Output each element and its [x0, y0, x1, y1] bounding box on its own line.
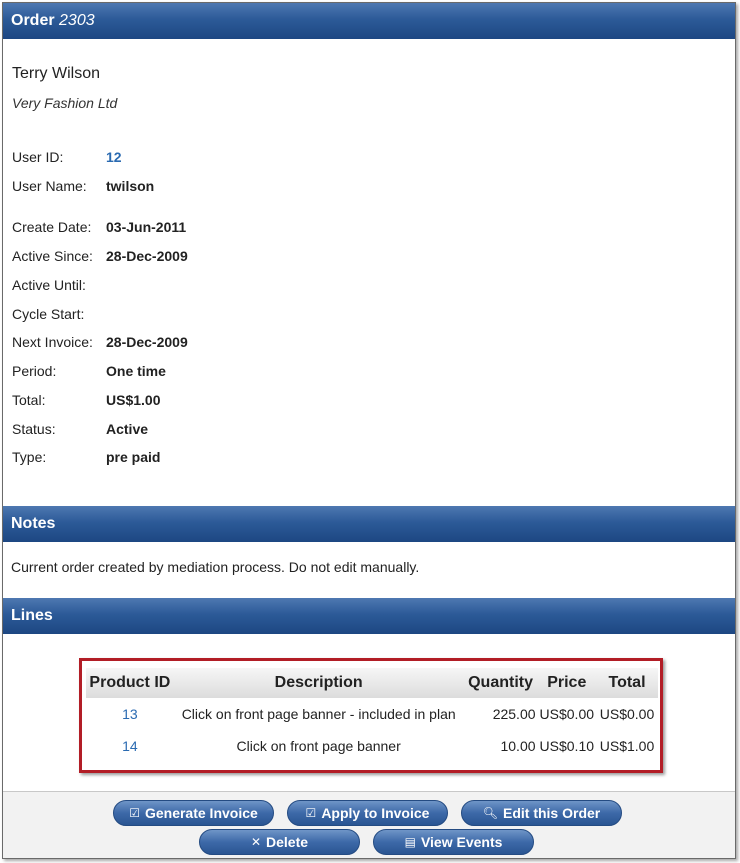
- notes-title: Notes: [11, 515, 56, 532]
- view-events-button[interactable]: ▤ View Events: [373, 829, 534, 855]
- table-row[interactable]: 14 Click on front page banner 10.00 US$0…: [86, 730, 658, 762]
- field-value: One time: [106, 363, 166, 379]
- notes-header: Notes: [3, 506, 735, 542]
- lines-header: Lines: [3, 598, 735, 634]
- table-header-row: Product ID Description Quantity Price To…: [86, 668, 658, 698]
- field-label: Cycle Start:: [12, 306, 85, 322]
- field-active-since: Active Since: 28-Dec-2009: [12, 248, 188, 264]
- user-id-link[interactable]: 12: [106, 149, 122, 165]
- col-header-description[interactable]: Description: [173, 668, 464, 698]
- line-quantity: 10.00: [500, 738, 536, 754]
- search-icon: 🔍︎: [482, 806, 498, 820]
- product-id-link[interactable]: 14: [86, 730, 174, 762]
- line-description: Click on front page banner: [236, 738, 401, 754]
- field-label: Total:: [12, 392, 46, 408]
- line-total: US$0.00: [599, 706, 655, 722]
- order-number: 2303: [59, 12, 95, 29]
- delete-button[interactable]: ✕ Delete: [199, 829, 360, 855]
- field-value: US$1.00: [106, 392, 161, 408]
- apply-to-invoice-button[interactable]: ☑ Apply to Invoice: [287, 800, 448, 826]
- field-label: Active Since:: [12, 248, 93, 264]
- button-bar: ☑ Generate Invoice ☑ Apply to Invoice 🔍︎…: [3, 791, 735, 858]
- field-label: User Name:: [12, 178, 87, 194]
- line-description: Click on front page banner - included in…: [181, 706, 456, 722]
- close-icon: ✕: [250, 835, 262, 849]
- field-label: Active Until:: [12, 277, 86, 293]
- field-label: Next Invoice:: [12, 334, 93, 350]
- field-period: Period: One time: [12, 363, 166, 379]
- apply-to-invoice-label: Apply to Invoice: [321, 805, 430, 821]
- field-value: pre paid: [106, 449, 161, 465]
- field-value: 28-Dec-2009: [106, 334, 188, 350]
- list-icon: ▤: [404, 835, 416, 849]
- field-user-id: User ID: 12: [12, 149, 122, 165]
- lines-table: Product ID Description Quantity Price To…: [86, 668, 658, 762]
- product-id-link[interactable]: 13: [86, 698, 174, 730]
- field-label: Create Date:: [12, 219, 92, 235]
- field-create-date: Create Date: 03-Jun-2011: [12, 219, 186, 235]
- view-events-label: View Events: [420, 834, 503, 850]
- field-label: Type:: [12, 449, 47, 465]
- field-cycle-start: Cycle Start:: [12, 306, 106, 322]
- lines-table-highlight: Product ID Description Quantity Price To…: [79, 658, 663, 773]
- line-total: US$1.00: [599, 738, 655, 754]
- line-quantity: 225.00: [492, 706, 536, 722]
- field-value: Active: [106, 421, 149, 437]
- col-header-total[interactable]: Total: [596, 668, 658, 698]
- customer-company: Very Fashion Ltd: [12, 95, 118, 111]
- field-value: twilson: [106, 178, 155, 194]
- generate-invoice-label: Generate Invoice: [144, 805, 258, 821]
- col-header-product-id[interactable]: Product ID: [86, 668, 174, 698]
- field-active-until: Active Until:: [12, 277, 106, 293]
- field-total: Total: US$1.00: [12, 392, 160, 408]
- field-type: Type: pre paid: [12, 449, 160, 465]
- edit-order-label: Edit this Order: [503, 805, 601, 821]
- notes-text: Current order created by mediation proce…: [11, 559, 420, 575]
- order-title-label: Order: [11, 12, 55, 29]
- line-price: US$0.00: [539, 706, 595, 722]
- field-status: Status: Active: [12, 421, 148, 437]
- order-panel: Order 2303 Terry Wilson Very Fashion Ltd…: [2, 2, 736, 859]
- field-label: Status:: [12, 421, 56, 437]
- checkbox-icon: ☑: [305, 806, 317, 820]
- delete-label: Delete: [266, 834, 309, 850]
- order-header: Order 2303: [3, 3, 735, 39]
- field-label: User ID:: [12, 149, 64, 165]
- col-header-price[interactable]: Price: [537, 668, 597, 698]
- customer-name: Terry Wilson: [12, 65, 101, 82]
- field-label: Period:: [12, 363, 57, 379]
- field-next-invoice: Next Invoice: 28-Dec-2009: [12, 334, 188, 350]
- field-user-name: User Name: twilson: [12, 178, 154, 194]
- lines-title: Lines: [11, 607, 53, 624]
- table-row[interactable]: 13 Click on front page banner - included…: [86, 698, 658, 730]
- field-value: 03-Jun-2011: [106, 219, 187, 235]
- field-value: 28-Dec-2009: [106, 248, 188, 264]
- checkbox-icon: ☑: [129, 806, 140, 820]
- col-header-quantity[interactable]: Quantity: [463, 668, 538, 698]
- generate-invoice-button[interactable]: ☑ Generate Invoice: [113, 800, 274, 826]
- edit-order-button[interactable]: 🔍︎ Edit this Order: [461, 800, 622, 826]
- line-price: US$0.10: [539, 738, 595, 754]
